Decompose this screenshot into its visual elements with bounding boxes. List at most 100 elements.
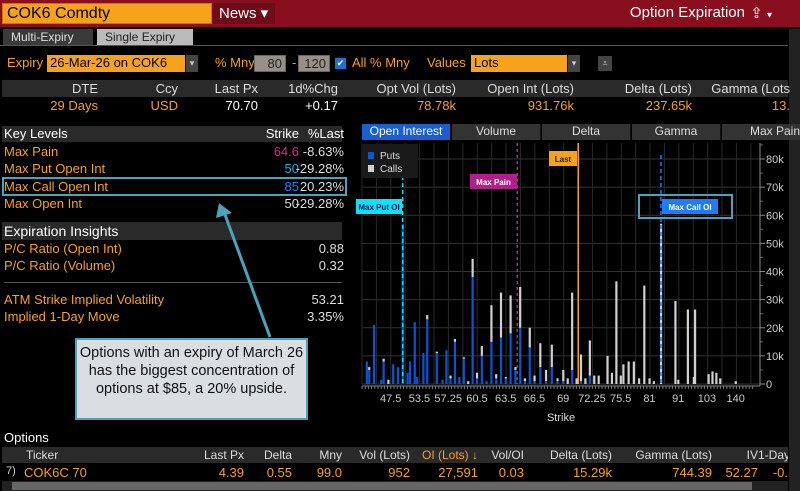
options-col-header[interactable]: Delta (Lots) [526, 448, 612, 462]
call-bar [686, 309, 689, 384]
option-oneday: -0. [772, 465, 788, 480]
put-bar [416, 376, 419, 384]
option-delta_lots: 15.29k [572, 465, 612, 480]
call-bar [368, 367, 371, 370]
call-bar [480, 346, 483, 356]
call-bar [606, 355, 609, 384]
last-label-text: Last [555, 155, 572, 164]
call-bar [693, 309, 697, 384]
put-bar [453, 341, 457, 384]
x-tick-label: 66.5 [524, 393, 545, 405]
options-col-header[interactable]: Mny [294, 448, 342, 462]
call-bar [619, 375, 622, 384]
calls-legend-swatch [368, 165, 374, 172]
legend-label: Puts [380, 151, 400, 162]
max-pain-label-text: Max Pain [476, 178, 511, 187]
call-bar [462, 357, 465, 359]
call-bar [674, 301, 677, 384]
chart-tab[interactable]: Max Pain [722, 124, 800, 140]
call-bar [490, 305, 493, 342]
options-col-header[interactable]: Delta [246, 448, 292, 462]
y-tick-label: 20k [766, 323, 784, 335]
call-bar [453, 339, 457, 342]
put-bar [579, 381, 583, 384]
call-bar [426, 315, 429, 320]
put-bar [382, 361, 385, 384]
call-bar [579, 354, 583, 382]
option-voloi: 0.03 [498, 465, 524, 480]
put-bar [475, 378, 479, 384]
chart-tab[interactable]: Gamma [632, 124, 721, 140]
put-bar [544, 381, 548, 384]
call-bar [707, 374, 710, 384]
call-bar [523, 378, 527, 382]
call-bar [449, 375, 452, 379]
options-col-header[interactable]: Last Px [196, 448, 244, 462]
max-call-oi-label-text: Max Call OI [668, 203, 711, 212]
x-tick-label: 69 [557, 393, 569, 405]
x-tick-label: 103 [698, 393, 716, 405]
options-col-header[interactable]: OI (Lots) ↓ [410, 448, 478, 462]
options-title: Options [4, 430, 49, 445]
put-bar [426, 319, 429, 384]
horizontal-scrollbar[interactable] [2, 481, 788, 491]
call-bar [550, 344, 553, 368]
call-bar [677, 379, 680, 384]
put-bar [365, 361, 368, 384]
call-bar [544, 369, 548, 382]
put-bar [392, 364, 395, 384]
option-mny: 99.0 [316, 465, 342, 480]
call-bar [475, 372, 479, 379]
call-bar [519, 286, 522, 328]
call-bar [435, 351, 438, 354]
option-vol: 952 [388, 465, 410, 480]
put-bar [519, 327, 522, 384]
chart-tab[interactable]: Delta [542, 124, 631, 140]
options-col-header[interactable]: 1-Day [758, 448, 788, 462]
x-tick-label: 53.5 [409, 393, 430, 405]
put-bar [539, 367, 542, 384]
x-tick-label: 91 [672, 393, 684, 405]
put-bar [406, 372, 409, 384]
callout-annotation: Options with an expiry of March 26 has t… [75, 338, 308, 420]
option-gamma: 744.39 [672, 465, 712, 480]
call-bar [539, 343, 542, 368]
put-bar [462, 358, 465, 384]
option-oi: 27,591 [438, 465, 478, 480]
call-bar [632, 361, 635, 384]
y-tick-label: 30k [766, 295, 784, 307]
put-bar [533, 381, 536, 384]
options-col-header[interactable]: Ticker [4, 448, 90, 462]
call-bar [610, 372, 614, 384]
x-tick-label: 63.5 [495, 393, 516, 405]
put-bar [550, 367, 553, 384]
chart-tab[interactable]: Open Interest [362, 124, 451, 140]
chart-tab[interactable]: Volume [452, 124, 541, 140]
call-bar [711, 371, 714, 384]
options-col-header[interactable]: IV [714, 448, 758, 462]
call-bar [504, 376, 507, 379]
put-bar [528, 347, 531, 384]
call-bar [387, 379, 390, 384]
put-bar [495, 378, 498, 384]
call-bar [575, 378, 578, 384]
put-bar [396, 367, 400, 384]
x-tick-label: 140 [727, 393, 745, 405]
put-bar [571, 369, 574, 384]
call-bar [528, 327, 531, 348]
options-col-header[interactable]: Vol (Lots) [344, 448, 410, 462]
call-bar [588, 340, 591, 376]
call-bar [648, 378, 651, 384]
options-col-header[interactable]: Gamma (Lots) [614, 448, 712, 462]
call-bar [571, 292, 574, 370]
option-delta: 0.55 [266, 465, 292, 480]
option-ticker[interactable]: COK6C 70 [24, 465, 90, 480]
legend-label: Calls [380, 164, 402, 175]
put-bar [380, 379, 383, 384]
call-bar [467, 381, 470, 384]
put-bar [368, 369, 371, 384]
y-tick-label: 80k [766, 154, 784, 166]
max-put-oi-label-text: Max Put OI [358, 203, 399, 212]
options-col-header[interactable]: Vol/OI [480, 448, 524, 462]
call-bar [566, 378, 569, 384]
